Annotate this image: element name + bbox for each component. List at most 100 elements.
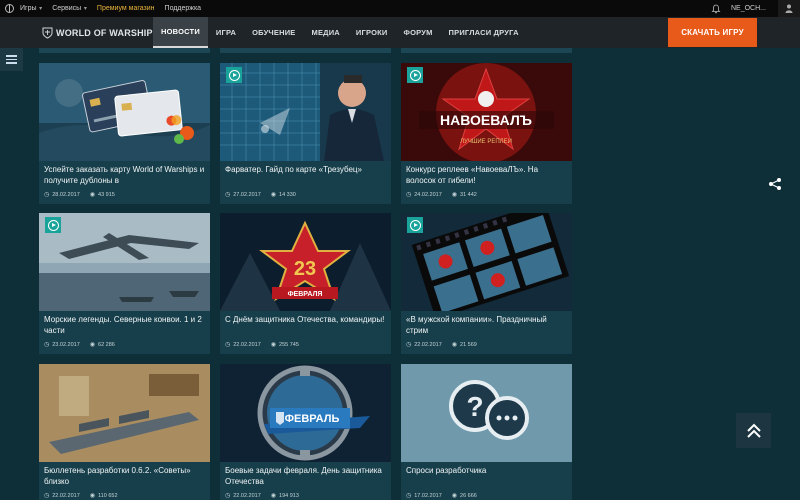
nav-item-news[interactable]: НОВОСТИ [153,17,208,48]
clock-icon: ◷ [44,493,50,499]
news-card[interactable]: ? Спроси разработчика ◷ 17.02.2017 ◉ 26 666 [401,364,572,500]
clock-icon: ◷ [225,192,231,198]
clock-icon: ◷ [225,493,231,499]
eye-icon: ◉ [270,342,277,348]
news-card[interactable]: Фарватер. Гайд по карте «Трезубец» ◷ 27.02… [220,63,391,204]
logo-text: WORLD OF WARSHIPS [56,28,159,38]
hamburger-line [6,58,17,61]
site-logo[interactable]: WORLD OF WARSHIPS [42,25,159,41]
nav-item-media[interactable]: МЕДИА [304,17,348,48]
news-card-date: 24.02.2017 [414,191,442,198]
news-card[interactable]: 23 ФЕВРАЛЯ С Днём защитника Отечества, ком… [220,213,391,354]
news-card[interactable]: «В мужской компании». Праздничный стрим ◷… [401,213,572,354]
video-play-icon [45,217,61,233]
news-card-meta: ◷ 22.02.2017 ◉ 255 745 [225,341,299,349]
news-card-date: 22.02.2017 [52,492,80,499]
hamburger-line [6,62,17,64]
news-card[interactable]: Бюллетень разработки 0.6.2. «Советы» бли… [39,364,210,500]
news-card-title[interactable]: Бюллетень разработки 0.6.2. «Советы» бли… [44,465,206,487]
thumb-text: 23 [294,258,316,280]
news-card-thumbnail[interactable]: ? [401,364,572,462]
news-card-views: 26 666 [460,492,477,499]
news-card-meta: ◷ 22.02.2017 ◉ 110 652 [44,492,118,500]
bell-icon[interactable] [711,4,721,14]
news-card-title[interactable]: Конкурс реплеев «НавоеваЛЪ». На волосок … [406,164,568,186]
nav-item-players[interactable]: ИГРОКИ [348,17,396,48]
download-game-button[interactable]: СКАЧАТЬ ИГРУ [668,18,757,47]
news-card-title[interactable]: Боевые задачи февраля. День защитника От… [225,465,387,487]
news-card-title[interactable]: Спроси разработчика [406,465,568,487]
eye-icon: ◉ [89,342,96,348]
news-card-date: 28.02.2017 [52,191,80,198]
news-card-date: 22.02.2017 [233,341,261,348]
user-icon [785,4,793,13]
topbar-games-menu[interactable]: Игры ▾ [20,5,42,12]
thumb-subtext: ЛУЧШИЕ РЕПЛЕИ [460,139,512,145]
clock-icon: ◷ [406,493,412,499]
top-bar: Игры ▾ Сервисы ▾ Премиум магазин Поддерж… [0,0,800,17]
news-card[interactable]: Успейте заказать карту World of Warships… [39,63,210,204]
news-card-meta: ◷ 17.02.2017 ◉ 26 666 [406,492,477,500]
share-icon[interactable] [768,177,782,191]
logo-emblem-icon [42,27,53,39]
clock-icon: ◷ [225,342,231,348]
news-card-meta: ◷ 28.02.2017 ◉ 43 915 [44,191,115,199]
news-card-title[interactable]: «В мужской компании». Праздничный стрим [406,314,568,336]
news-card[interactable]: НАВОЕВАЛЪ ЛУЧШИЕ РЕПЛЕИ Конкурс реплеев «Н… [401,63,572,204]
eye-icon: ◉ [451,493,458,499]
news-card-thumbnail[interactable] [401,213,572,311]
chevron-down-icon: ▾ [82,6,87,12]
nav-item-invite-friend[interactable]: ПРИГЛАСИ ДРУГА [441,17,527,48]
clock-icon: ◷ [406,342,412,348]
news-card-title[interactable]: Морские легенды. Северные конвои. 1 и 2 … [44,314,206,336]
news-card-thumbnail[interactable] [39,364,210,462]
thumb-text: ФЕВРАЛЬ [285,413,340,425]
previous-card-edge [39,48,210,53]
main-nav: WORLD OF WARSHIPS НОВОСТИ ИГРА ОБУЧЕНИЕ … [0,17,800,48]
news-card-views: 194 913 [279,492,299,499]
news-card-thumbnail[interactable] [220,63,391,161]
news-card[interactable]: ФЕВРАЛЬ Боевые задачи февраля. День защит… [220,364,391,500]
hamburger-line [6,55,17,57]
previous-card-edge [220,48,391,53]
news-card-title[interactable]: С Днём защитника Отечества, командиры! [225,314,387,336]
news-card-title[interactable]: Фарватер. Гайд по карте «Трезубец» [225,164,387,186]
chevron-down-icon: ▾ [37,6,43,12]
nav-item-forum[interactable]: ФОРУМ [395,17,440,48]
hamburger-menu-button[interactable] [0,48,23,71]
news-card-thumbnail[interactable]: ФЕВРАЛЬ [220,364,391,462]
news-card-meta: ◷ 22.02.2017 ◉ 21 569 [406,341,477,349]
user-name[interactable]: NE_OCH... [731,5,766,12]
news-card-thumbnail[interactable]: НАВОЕВАЛЪ ЛУЧШИЕ РЕПЛЕИ [401,63,572,161]
news-card-views: 31 442 [460,191,477,198]
news-card-meta: ◷ 27.02.2017 ◉ 14 330 [225,191,296,199]
eye-icon: ◉ [270,192,277,198]
news-card-date: 22.02.2017 [233,492,261,499]
video-play-icon [407,217,423,233]
thumb-text: НАВОЕВАЛЪ [440,112,532,128]
video-play-icon [407,67,423,83]
user-menu-button[interactable] [778,0,800,17]
topbar-services-menu[interactable]: Сервисы ▾ [52,5,87,12]
news-card-title[interactable]: Успейте заказать карту World of Warships… [44,164,206,186]
eye-icon: ◉ [451,342,458,348]
clock-icon: ◷ [406,192,412,198]
news-card-views: 255 745 [279,341,299,348]
chevron-double-up-icon [746,423,761,438]
scroll-to-top-button[interactable] [736,413,771,448]
topbar-premium-shop-link[interactable]: Премиум магазин [97,5,155,12]
news-card-thumbnail[interactable]: 23 ФЕВРАЛЯ [220,213,391,311]
news-card-thumbnail[interactable] [39,63,210,161]
globe-icon [5,4,14,13]
svg-text:?: ? [466,391,483,422]
nav-item-learning[interactable]: ОБУЧЕНИЕ [244,17,303,48]
eye-icon: ◉ [89,192,96,198]
nav-item-game[interactable]: ИГРА [208,17,244,48]
news-card-date: 22.02.2017 [414,341,442,348]
topbar-support-link[interactable]: Поддержка [165,5,202,12]
news-card[interactable]: Морские легенды. Северные конвои. 1 и 2 … [39,213,210,354]
news-card-views: 14 330 [279,191,296,198]
news-card-date: 27.02.2017 [233,191,261,198]
news-card-thumbnail[interactable] [39,213,210,311]
clock-icon: ◷ [44,342,50,348]
